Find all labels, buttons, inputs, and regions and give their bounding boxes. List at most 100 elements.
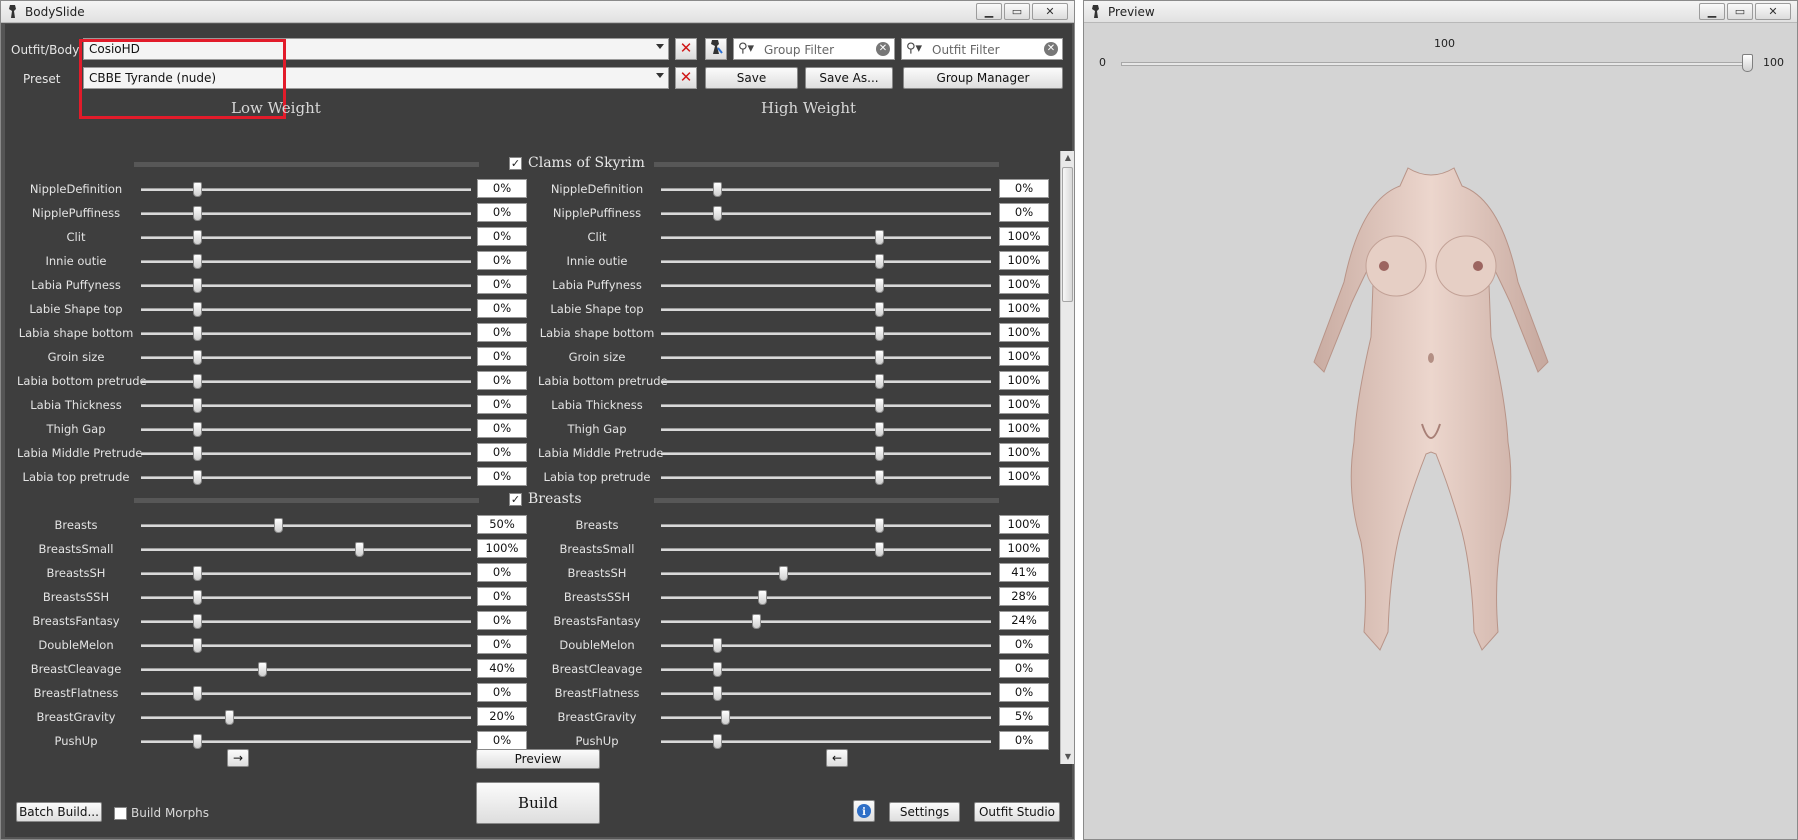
- slider-value-high[interactable]: 100%: [999, 323, 1049, 342]
- slider-track-high[interactable]: [661, 380, 991, 383]
- slider-thumb-low[interactable]: [193, 182, 202, 197]
- slider-thumb-high[interactable]: [874, 542, 884, 557]
- slider-value-high[interactable]: 24%: [999, 611, 1049, 630]
- group-checkbox[interactable]: ✓: [509, 157, 522, 170]
- slider-track-low[interactable]: [141, 332, 471, 335]
- slider-track-low[interactable]: [141, 644, 471, 647]
- body-preview-image[interactable]: [1286, 162, 1576, 662]
- slider-thumb-high[interactable]: [874, 446, 884, 461]
- slider-track-high[interactable]: [661, 644, 991, 647]
- slider-thumb-high[interactable]: [874, 470, 884, 485]
- settings-button[interactable]: Settings: [889, 802, 960, 822]
- slider-thumb-low[interactable]: [193, 686, 202, 701]
- slider-thumb-low[interactable]: [193, 566, 202, 581]
- slider-value-high[interactable]: 0%: [999, 683, 1049, 702]
- slider-track-low[interactable]: [141, 260, 471, 263]
- slider-value-high[interactable]: 0%: [999, 659, 1049, 678]
- slider-thumb-high[interactable]: [874, 254, 884, 269]
- minimize-icon[interactable]: ▁: [976, 3, 1002, 20]
- slider-track-low[interactable]: [141, 212, 471, 215]
- slider-track-high[interactable]: [661, 572, 991, 575]
- slider-value-low[interactable]: 20%: [477, 707, 527, 726]
- slider-track-low[interactable]: [141, 716, 471, 719]
- slider-track-high[interactable]: [661, 284, 991, 287]
- slider-track-low[interactable]: [141, 740, 471, 743]
- batch-build-button[interactable]: Batch Build...: [16, 802, 102, 822]
- slider-thumb-low[interactable]: [193, 422, 202, 437]
- slider-track-low[interactable]: [141, 596, 471, 599]
- slider-thumb-low[interactable]: [273, 518, 283, 533]
- slider-track-high[interactable]: [661, 308, 991, 311]
- slider-thumb-high[interactable]: [751, 614, 761, 629]
- slider-thumb-high[interactable]: [758, 590, 768, 605]
- slider-track-low[interactable]: [141, 308, 471, 311]
- slider-value-low[interactable]: 0%: [477, 299, 527, 318]
- slider-thumb-high[interactable]: [874, 422, 884, 437]
- slider-track-low[interactable]: [141, 236, 471, 239]
- slider-value-high[interactable]: 0%: [999, 731, 1049, 750]
- slider-track-low[interactable]: [141, 188, 471, 191]
- slider-value-high[interactable]: 100%: [999, 419, 1049, 438]
- slider-thumb-low[interactable]: [193, 638, 202, 653]
- group-filter-input[interactable]: ⚲▾ Group Filter ✕: [733, 38, 895, 60]
- clear-preset-icon[interactable]: ✕: [675, 67, 697, 89]
- slider-thumb-high[interactable]: [713, 734, 722, 749]
- slider-track-high[interactable]: [661, 740, 991, 743]
- slider-track-high[interactable]: [661, 668, 991, 671]
- slider-track-high[interactable]: [661, 332, 991, 335]
- maximize-icon[interactable]: ▭: [1004, 3, 1030, 20]
- slider-value-low[interactable]: 40%: [477, 659, 527, 678]
- slider-track-high[interactable]: [661, 212, 991, 215]
- slider-value-low[interactable]: 50%: [477, 515, 527, 534]
- close-icon[interactable]: ✕: [1755, 3, 1791, 20]
- scroll-thumb[interactable]: [1062, 167, 1073, 302]
- slider-track-high[interactable]: [661, 452, 991, 455]
- slider-value-high[interactable]: 100%: [999, 515, 1049, 534]
- slider-track-low[interactable]: [141, 524, 471, 527]
- slider-value-low[interactable]: 0%: [477, 371, 527, 390]
- slider-thumb-low[interactable]: [193, 254, 202, 269]
- slider-thumb-high[interactable]: [779, 566, 789, 581]
- slider-thumb-high[interactable]: [874, 326, 884, 341]
- slider-track-high[interactable]: [661, 716, 991, 719]
- save-button[interactable]: Save: [705, 67, 798, 89]
- slider-thumb-high[interactable]: [874, 230, 884, 245]
- copy-right-button[interactable]: →: [227, 749, 249, 767]
- slider-track-low[interactable]: [141, 692, 471, 695]
- slider-value-low[interactable]: 0%: [477, 611, 527, 630]
- slider-track-high[interactable]: [661, 524, 991, 527]
- slider-value-low[interactable]: 0%: [477, 443, 527, 462]
- slider-value-high[interactable]: 100%: [999, 275, 1049, 294]
- slider-value-low[interactable]: 0%: [477, 275, 527, 294]
- slider-value-low[interactable]: 0%: [477, 323, 527, 342]
- group-manager-button[interactable]: Group Manager: [903, 67, 1063, 89]
- slider-track-high[interactable]: [661, 236, 991, 239]
- slider-track-low[interactable]: [141, 476, 471, 479]
- weight-slider-track[interactable]: [1121, 62, 1749, 66]
- close-icon[interactable]: ✕: [1032, 3, 1068, 20]
- slider-track-high[interactable]: [661, 188, 991, 191]
- slider-track-low[interactable]: [141, 452, 471, 455]
- slider-thumb-low[interactable]: [193, 230, 202, 245]
- slider-thumb-low[interactable]: [193, 590, 202, 605]
- slider-track-high[interactable]: [661, 692, 991, 695]
- slider-value-high[interactable]: 100%: [999, 347, 1049, 366]
- slider-thumb-high[interactable]: [713, 662, 722, 677]
- slider-value-low[interactable]: 0%: [477, 251, 527, 270]
- slider-value-low[interactable]: 0%: [477, 467, 527, 486]
- slider-thumb-low[interactable]: [193, 470, 202, 485]
- slider-value-low[interactable]: 0%: [477, 731, 527, 750]
- slider-thumb-low[interactable]: [193, 734, 202, 749]
- slider-value-high[interactable]: 41%: [999, 563, 1049, 582]
- slider-value-low[interactable]: 0%: [477, 347, 527, 366]
- slider-track-low[interactable]: [141, 284, 471, 287]
- slider-value-high[interactable]: 100%: [999, 539, 1049, 558]
- slider-thumb-low[interactable]: [193, 302, 202, 317]
- build-button[interactable]: Build: [476, 782, 600, 824]
- slider-value-low[interactable]: 0%: [477, 227, 527, 246]
- build-morphs-checkbox[interactable]: [114, 807, 127, 820]
- slider-thumb-low[interactable]: [193, 278, 202, 293]
- clear-search-icon[interactable]: ✕: [876, 42, 890, 56]
- slider-track-high[interactable]: [661, 548, 991, 551]
- outfit-studio-shortcut-icon[interactable]: [705, 38, 727, 60]
